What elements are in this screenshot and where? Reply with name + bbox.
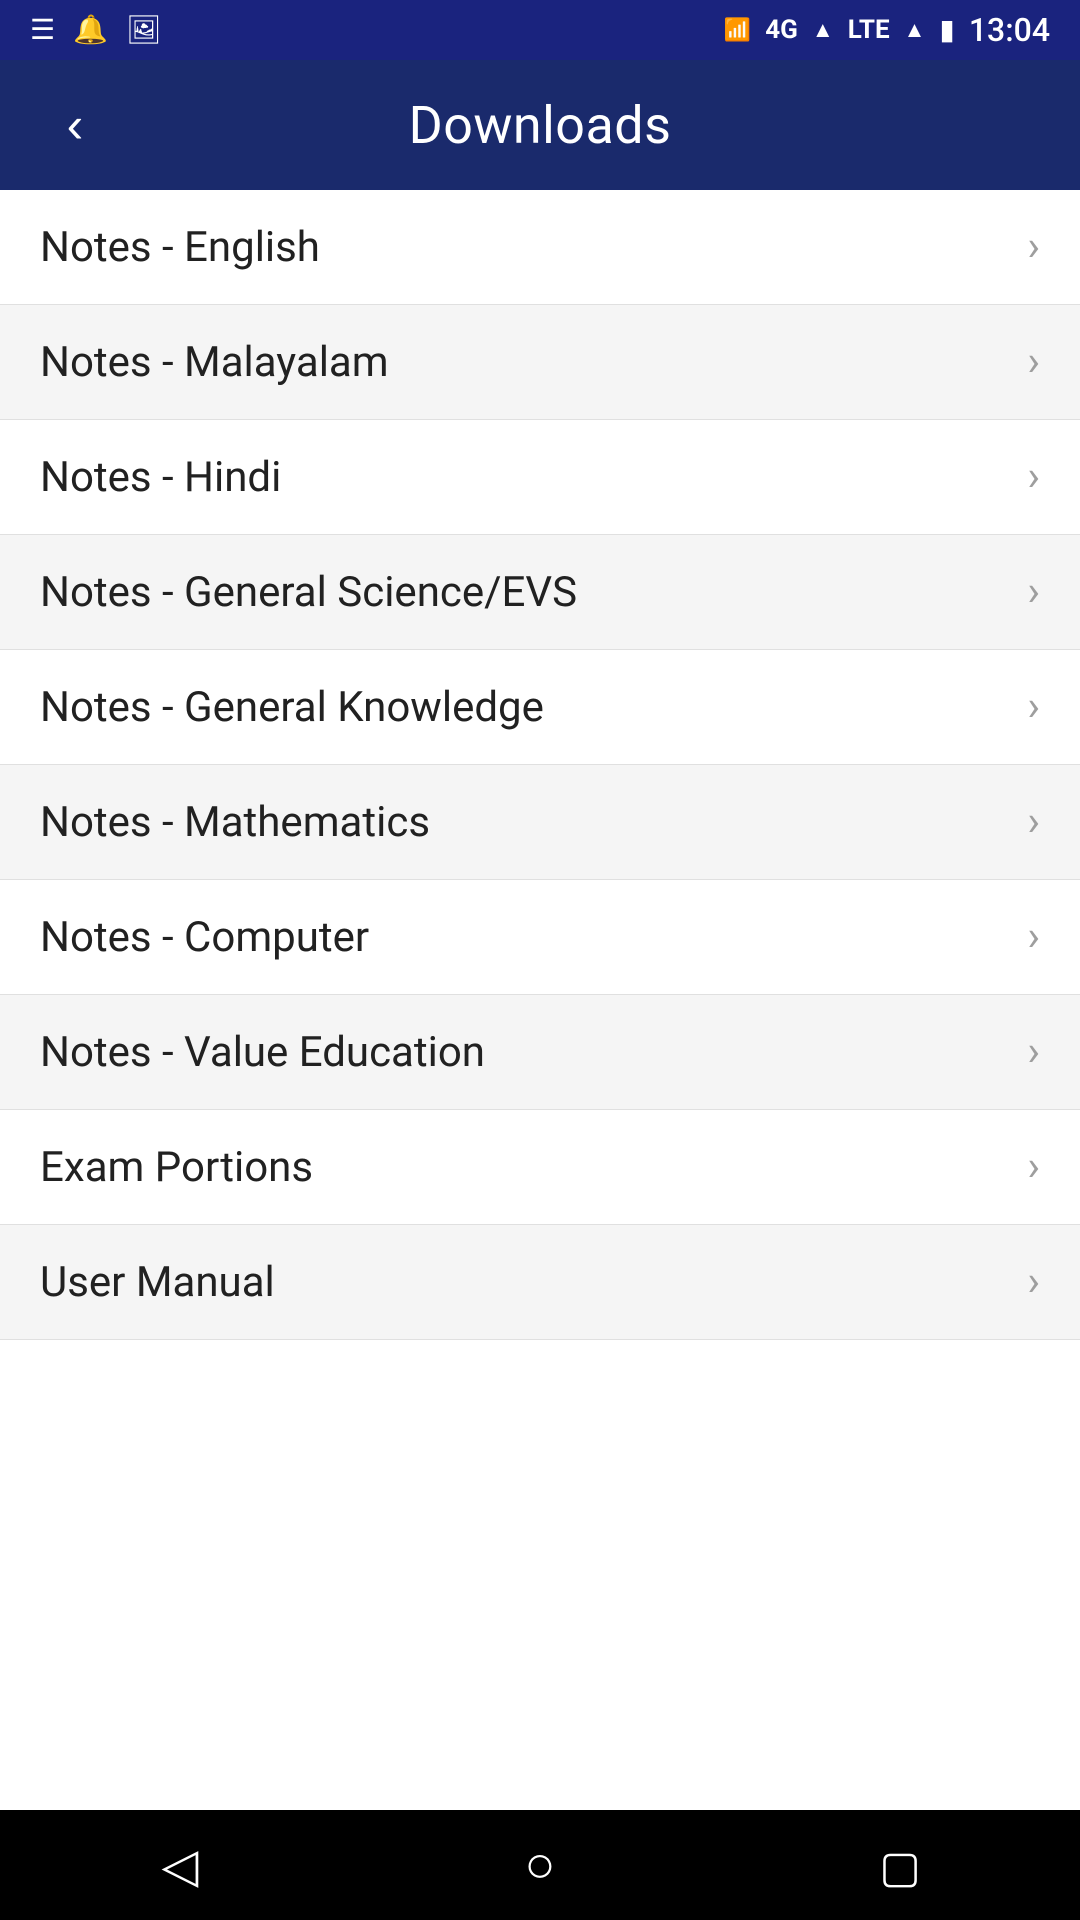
list-item-label: Notes - General Science/EVS: [40, 568, 577, 617]
list-item[interactable]: Notes - English ›: [0, 190, 1080, 305]
nav-home-icon: [524, 1835, 555, 1895]
list-item-label: Notes - Value Education: [40, 1028, 485, 1077]
lte-bars-icon: ▲: [904, 17, 926, 43]
chevron-right-icon: ›: [1027, 916, 1040, 958]
chevron-right-icon: ›: [1027, 341, 1040, 383]
back-button[interactable]: ‹: [40, 90, 110, 160]
nav-recent-button[interactable]: [840, 1825, 960, 1905]
list-item[interactable]: Notes - Computer ›: [0, 880, 1080, 995]
lte-label: LTE: [848, 17, 890, 43]
list-item[interactable]: Notes - Hindi ›: [0, 420, 1080, 535]
list-item-label: User Manual: [40, 1258, 275, 1307]
list-item[interactable]: Notes - Mathematics ›: [0, 765, 1080, 880]
list-item-label: Notes - Computer: [40, 913, 369, 962]
signal-bars-icon: ▲: [812, 17, 834, 43]
app-bar: ‹ Downloads: [0, 60, 1080, 190]
downloads-list: Notes - English›Notes - Malayalam›Notes …: [0, 190, 1080, 1810]
status-bar-left: ☰ 🔔 🖼: [30, 16, 162, 44]
list-item-label: Notes - Mathematics: [40, 798, 430, 847]
page-title: Downloads: [110, 95, 970, 156]
list-item[interactable]: User Manual ›: [0, 1225, 1080, 1340]
network-4g-icon: 📶: [724, 18, 751, 43]
list-item-label: Notes - General Knowledge: [40, 683, 544, 732]
nav-back-icon: [162, 1836, 199, 1894]
list-icon: ☰: [30, 16, 55, 44]
image-icon: 🖼: [126, 16, 162, 44]
chevron-right-icon: ›: [1027, 1146, 1040, 1188]
status-bar-right: 📶 4G ▲ LTE ▲ ▮ 13:04: [724, 11, 1050, 49]
signal-4g-label: 4G: [765, 17, 798, 43]
nav-recent-icon: [879, 1836, 921, 1894]
status-bar: ☰ 🔔 🖼 📶 4G ▲ LTE ▲ ▮ 13:04: [0, 0, 1080, 60]
chevron-right-icon: ›: [1027, 571, 1040, 613]
list-item[interactable]: Notes - General Science/EVS ›: [0, 535, 1080, 650]
list-item[interactable]: Notes - Malayalam ›: [0, 305, 1080, 420]
back-chevron-icon: ‹: [67, 100, 84, 150]
list-item-label: Notes - Hindi: [40, 453, 281, 502]
nav-home-button[interactable]: [480, 1825, 600, 1905]
list-item-label: Notes - English: [40, 223, 320, 272]
chevron-right-icon: ›: [1027, 226, 1040, 268]
list-item-label: Notes - Malayalam: [40, 338, 389, 387]
chevron-right-icon: ›: [1027, 686, 1040, 728]
chevron-right-icon: ›: [1027, 1031, 1040, 1073]
list-item-label: Exam Portions: [40, 1143, 313, 1192]
battery-icon: ▮: [939, 16, 954, 44]
list-item[interactable]: Notes - General Knowledge ›: [0, 650, 1080, 765]
list-item[interactable]: Notes - Value Education ›: [0, 995, 1080, 1110]
chevron-right-icon: ›: [1027, 456, 1040, 498]
chevron-right-icon: ›: [1027, 1261, 1040, 1303]
nav-back-button[interactable]: [120, 1825, 240, 1905]
chevron-right-icon: ›: [1027, 801, 1040, 843]
nav-bar: [0, 1810, 1080, 1920]
current-time: 13:04: [969, 11, 1050, 49]
list-item[interactable]: Exam Portions ›: [0, 1110, 1080, 1225]
notification-icon: 🔔: [73, 16, 108, 44]
